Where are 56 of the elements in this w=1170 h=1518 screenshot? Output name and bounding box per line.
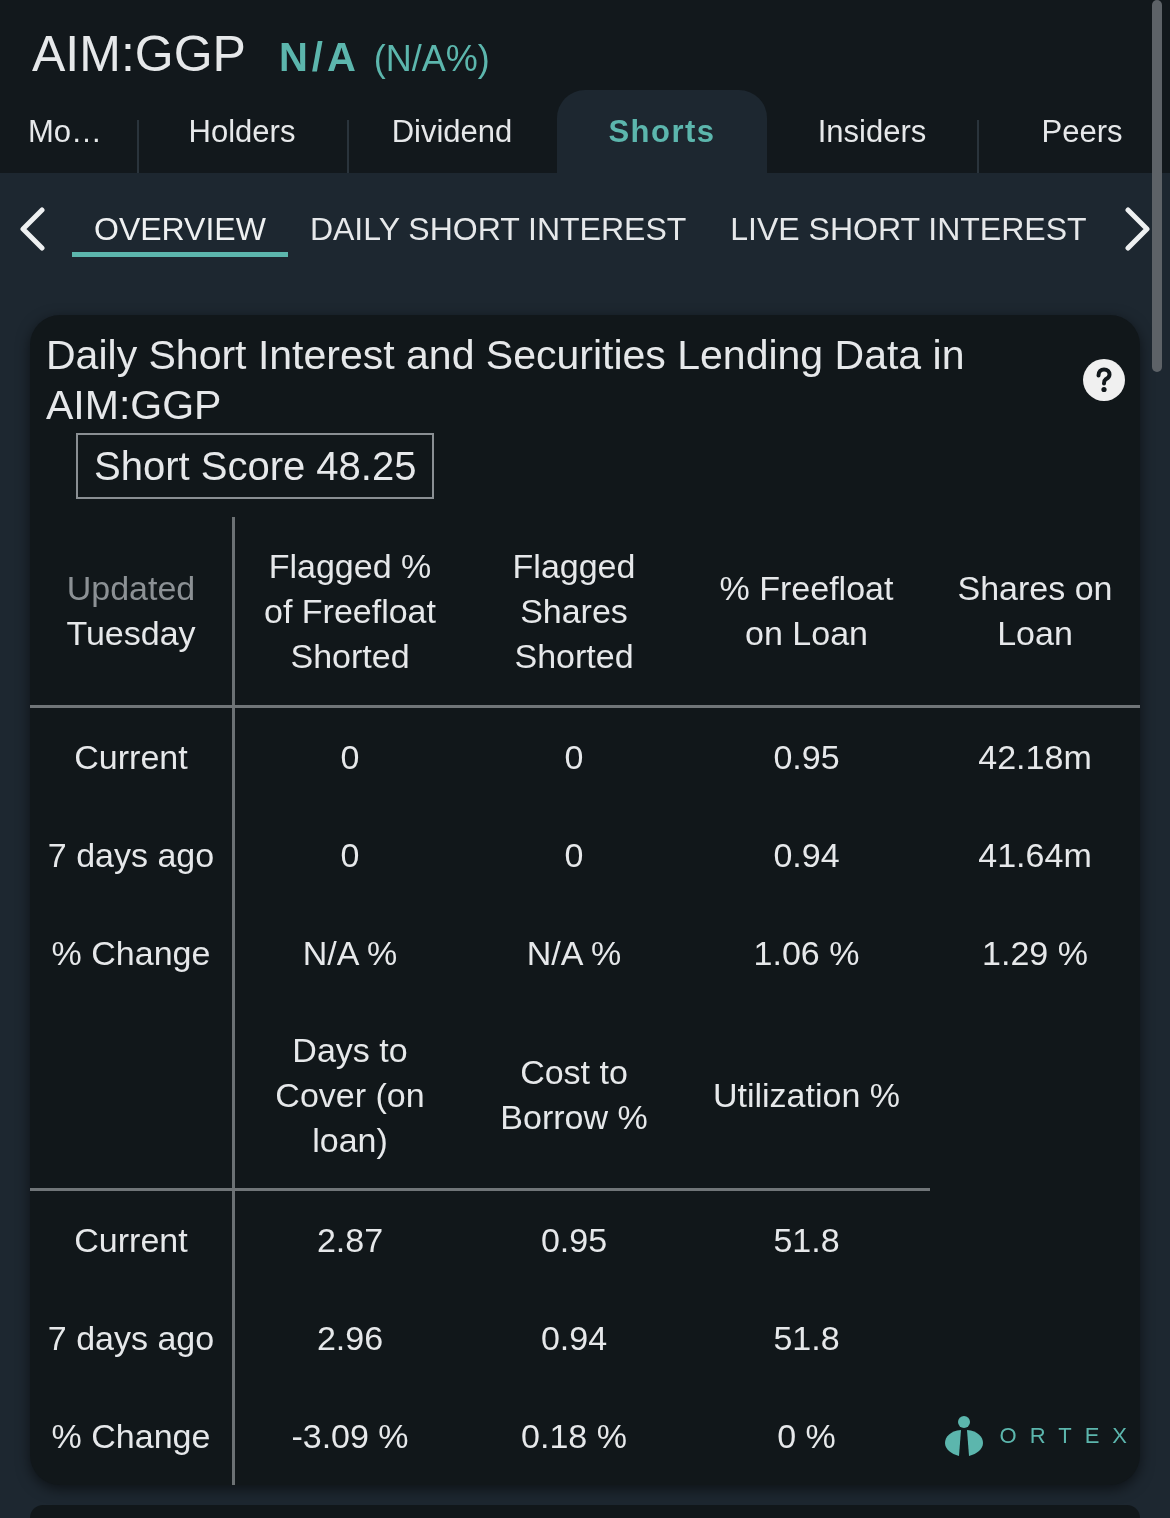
table-cell-text: 0 (563, 834, 585, 876)
logo-text: ORTEX (999, 1424, 1140, 1448)
row-header: 7 days ago (46, 1317, 216, 1359)
table-cell-text: 0.95 (539, 1219, 609, 1261)
short-score-badge: Short Score 48.25 (76, 433, 435, 499)
table-cell-text: 0 (339, 834, 361, 876)
column-header: Shares on Loan (956, 568, 1114, 654)
row-header: % Change (50, 932, 212, 974)
tab[interactable]: Holders (137, 90, 347, 173)
table-cell-text: N/A % (301, 932, 399, 974)
table-cell-text: 51.8 (772, 1317, 841, 1359)
table-cell-text: 2.96 (315, 1317, 385, 1359)
table-cell-text: -3.09 % (290, 1415, 410, 1457)
sub-tab[interactable]: DAILY SHORT INTEREST (287, 206, 709, 257)
tab[interactable]: Peers (977, 90, 1170, 173)
tab[interactable]: Dividend (347, 90, 557, 173)
table-cell-text: 42.18m (977, 736, 1093, 778)
row-header: Current (73, 1219, 189, 1261)
column-header: Utilization % (711, 1074, 902, 1116)
row-header: % Change (50, 1415, 212, 1457)
row-header: Current (73, 736, 189, 778)
tab[interactable]: Insiders (767, 90, 977, 173)
chevron-right-icon[interactable] (1124, 207, 1152, 251)
table-cell-text: 0 (339, 736, 361, 778)
table-cell-text: 0.94 (772, 834, 841, 876)
help-icon[interactable] (1083, 359, 1125, 401)
table-cell-text: 1.29 % (981, 932, 1089, 974)
table-cell-text: 0.95 (772, 736, 841, 778)
price-value: N/A (278, 35, 360, 80)
table-cell-text: 0.18 % (520, 1415, 628, 1457)
column-header: Days to Cover (on loan) (274, 1029, 426, 1161)
table-cell-text: N/A % (525, 932, 623, 974)
table-cell-text: 51.8 (772, 1219, 841, 1261)
updated-day: Tuesday (66, 611, 196, 656)
price-change: (N/A%) (373, 38, 490, 80)
table-cell-text: 1.06 % (752, 932, 861, 974)
tab[interactable]: Shorts (557, 90, 767, 173)
row-header: 7 days ago (46, 834, 216, 876)
sub-tab[interactable]: LIVE SHORT INTEREST (708, 206, 1109, 257)
column-header: Cost to Borrow % (499, 1052, 649, 1138)
column-header: % Freefloat on Loan (718, 568, 895, 654)
column-header: Flagged % of Freefloat Shorted (263, 545, 437, 677)
table-cell-text: 0 % (776, 1415, 837, 1457)
sub-tab[interactable]: OVERVIEW (72, 206, 288, 257)
logo-icon (944, 1416, 983, 1456)
column-header: Flagged Shares Shorted (511, 545, 637, 677)
card-title: Daily Short Interest and Securities Lending Data in AIM:GGP (46, 331, 966, 430)
chevron-left-icon[interactable] (18, 207, 46, 251)
scrollbar[interactable] (1152, 0, 1162, 372)
table-cell-text: 41.64m (977, 834, 1093, 876)
table-cell-text: 0 (563, 736, 585, 778)
table-cell-text: 2.87 (315, 1219, 385, 1261)
ticker-symbol: AIM:GGP (32, 25, 246, 84)
table-cell-text: 0.94 (539, 1317, 609, 1359)
tab[interactable]: Mo… (0, 90, 137, 173)
updated-label: Updated (66, 568, 196, 609)
